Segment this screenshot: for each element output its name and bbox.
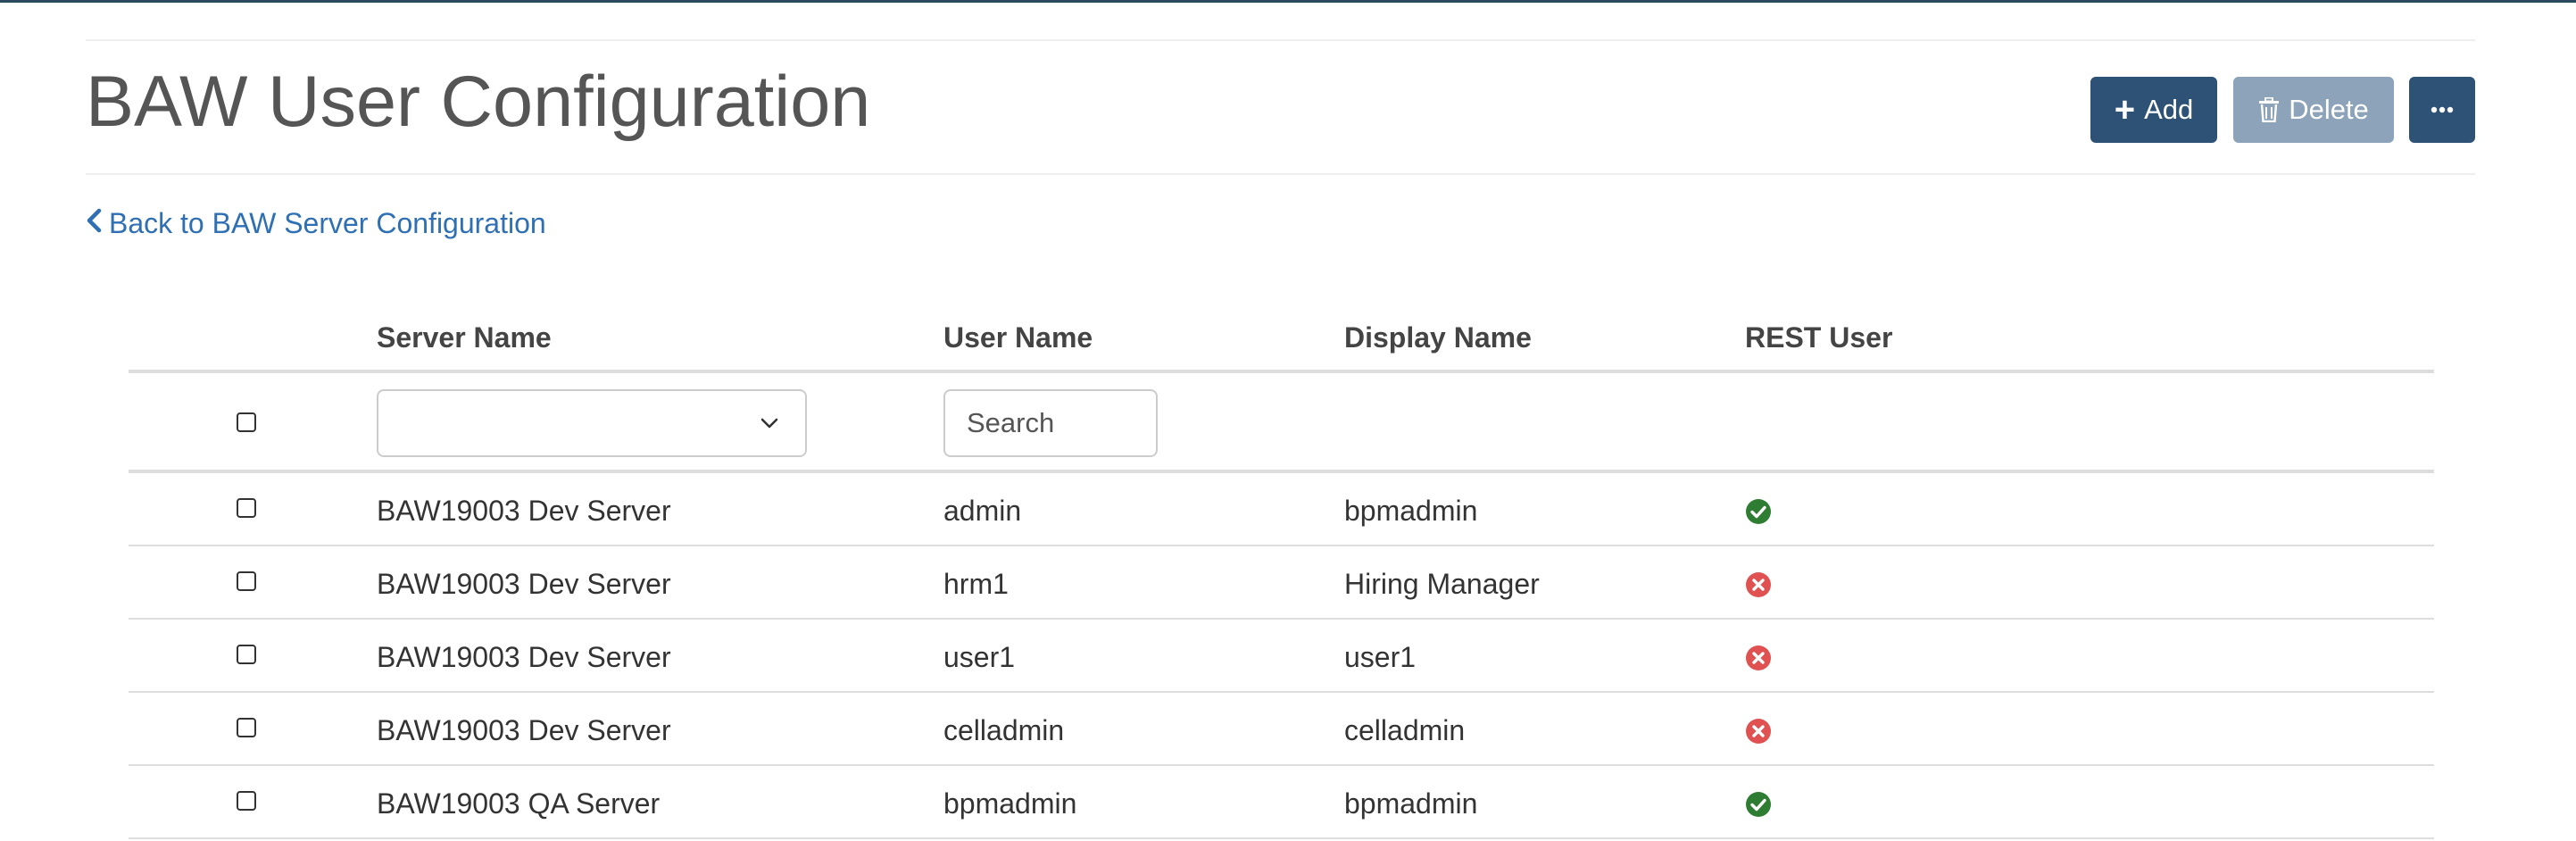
page-header: BAW User Configuration + Add Delete bbox=[86, 39, 2475, 175]
row-checkbox[interactable] bbox=[237, 645, 256, 664]
table-row[interactable]: BAW19003 QA Server bpmadmin bpmadmin bbox=[129, 766, 2434, 839]
display-name-cell: bpmadmin bbox=[1344, 787, 1478, 820]
x-circle-icon bbox=[1745, 645, 1772, 671]
user-name-cell: admin bbox=[943, 495, 1022, 527]
column-header-server-name[interactable]: Server Name bbox=[377, 321, 552, 354]
table-row[interactable]: BAW19003 Dev Server admin bpmadmin bbox=[129, 473, 2434, 546]
ellipsis-icon bbox=[2431, 106, 2454, 113]
plus-icon: + bbox=[2114, 90, 2136, 129]
server-name-cell: BAW19003 Dev Server bbox=[377, 641, 671, 673]
select-all-checkbox[interactable] bbox=[237, 412, 256, 432]
x-circle-icon bbox=[1745, 571, 1772, 598]
x-circle-icon bbox=[1745, 718, 1772, 745]
users-table: Server Name User Name Display Name REST … bbox=[129, 304, 2434, 839]
add-button[interactable]: + Add bbox=[2090, 77, 2217, 143]
trash-icon bbox=[2258, 97, 2280, 122]
table-row[interactable]: BAW19003 Dev Server user1 user1 bbox=[129, 620, 2434, 693]
column-header-display-name[interactable]: Display Name bbox=[1344, 321, 1532, 354]
user-name-cell: user1 bbox=[943, 641, 1016, 673]
page-title: BAW User Configuration bbox=[86, 62, 871, 142]
user-name-cell: celladmin bbox=[943, 714, 1065, 746]
check-circle-icon bbox=[1745, 498, 1772, 525]
server-name-cell: BAW19003 Dev Server bbox=[377, 495, 671, 527]
add-button-label: Add bbox=[2144, 94, 2194, 125]
table-row[interactable]: BAW19003 Dev Server celladmin celladmin bbox=[129, 693, 2434, 766]
server-name-cell: BAW19003 QA Server bbox=[377, 787, 661, 820]
row-checkbox[interactable] bbox=[237, 498, 256, 518]
server-name-filter-select[interactable] bbox=[377, 389, 807, 457]
table-row[interactable]: BAW19003 Dev Server hrm1 Hiring Manager bbox=[129, 546, 2434, 620]
delete-button[interactable]: Delete bbox=[2233, 77, 2394, 143]
check-circle-icon bbox=[1745, 791, 1772, 818]
row-checkbox[interactable] bbox=[237, 791, 256, 811]
delete-button-label: Delete bbox=[2289, 94, 2369, 125]
user-name-cell: bpmadmin bbox=[943, 787, 1077, 820]
server-name-cell: BAW19003 Dev Server bbox=[377, 714, 671, 746]
back-to-server-config-link[interactable]: Back to BAW Server Configuration bbox=[86, 207, 546, 240]
row-checkbox[interactable] bbox=[237, 571, 256, 591]
filter-row bbox=[129, 373, 2434, 473]
back-link-label: Back to BAW Server Configuration bbox=[109, 207, 546, 239]
chevron-left-icon bbox=[86, 207, 102, 240]
chevron-down-icon bbox=[759, 412, 780, 434]
table-body: BAW19003 Dev Server admin bpmadmin BAW19… bbox=[129, 473, 2434, 839]
server-name-cell: BAW19003 Dev Server bbox=[377, 568, 671, 600]
display-name-cell: user1 bbox=[1344, 641, 1417, 673]
column-header-rest-user[interactable]: REST User bbox=[1745, 321, 1892, 354]
user-name-search-input[interactable] bbox=[943, 389, 1158, 457]
more-options-button[interactable] bbox=[2409, 77, 2475, 143]
column-header-user-name[interactable]: User Name bbox=[943, 321, 1093, 354]
user-name-cell: hrm1 bbox=[943, 568, 1009, 600]
row-checkbox[interactable] bbox=[237, 718, 256, 737]
display-name-cell: Hiring Manager bbox=[1344, 568, 1540, 600]
table-header: Server Name User Name Display Name REST … bbox=[129, 304, 2434, 373]
display-name-cell: bpmadmin bbox=[1344, 495, 1478, 527]
display-name-cell: celladmin bbox=[1344, 714, 1466, 746]
top-border bbox=[0, 0, 2576, 3]
